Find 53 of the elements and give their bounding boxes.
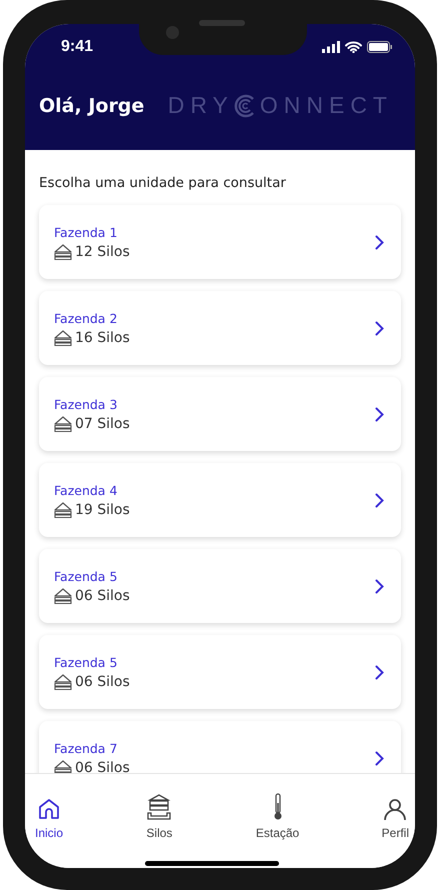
chevron-right-icon: [375, 492, 384, 508]
unit-name: Fazenda 5: [54, 568, 118, 584]
wifi-icon: [345, 41, 362, 53]
person-icon: [383, 797, 408, 821]
signal-icon: [322, 41, 340, 53]
unit-card[interactable]: Fazenda 1 12 Silos: [39, 205, 401, 279]
section-prompt: Escolha uma unidade para consultar: [39, 175, 287, 191]
chevron-right-icon: [375, 664, 384, 680]
silo-icon: [145, 793, 174, 821]
silo-count: 06 Silos: [75, 760, 130, 773]
unit-name: Fazenda 3: [54, 396, 118, 412]
unit-card[interactable]: Fazenda 3 07 Silos: [39, 377, 401, 451]
silo-count: 06 Silos: [75, 674, 130, 690]
logo-mark-icon: [234, 94, 256, 118]
chevron-right-icon: [375, 320, 384, 336]
chevron-right-icon: [375, 578, 384, 594]
unit-name: Fazenda 7: [54, 740, 118, 756]
chevron-right-icon: [375, 750, 384, 766]
unit-card[interactable]: Fazenda 5 06 Silos: [39, 635, 401, 709]
tab-item[interactable]: Inicio: [35, 788, 64, 840]
silo-count: 06 Silos: [75, 588, 130, 604]
home-icon: [37, 797, 61, 821]
thermometer-icon: [272, 793, 284, 821]
silo-icon: [54, 244, 72, 260]
unit-card[interactable]: Fazenda 7 06 Silos: [39, 721, 401, 773]
tab-item[interactable]: Perfil: [382, 788, 409, 840]
silo-count: 12 Silos: [75, 244, 130, 260]
chevron-right-icon: [375, 406, 384, 422]
unit-name: Fazenda 2: [54, 310, 118, 326]
silo-icon: [54, 760, 72, 773]
logo-text: ONNECT: [260, 92, 393, 119]
silo-icon: [54, 674, 72, 690]
unit-card[interactable]: Fazenda 4 19 Silos: [39, 463, 401, 537]
silo-icon: [54, 588, 72, 604]
status-time: 9:41: [61, 38, 94, 56]
silo-icon: [54, 502, 72, 518]
unit-name: Fazenda 4: [54, 482, 118, 498]
unit-name: Fazenda 1: [54, 224, 118, 240]
silo-count: 16 Silos: [75, 330, 130, 346]
unit-card[interactable]: Fazenda 5 06 Silos: [39, 549, 401, 623]
tab-item[interactable]: Silos: [145, 788, 174, 840]
unit-name: Fazenda 5: [54, 654, 118, 670]
unit-card[interactable]: Fazenda 2 16 Silos: [39, 291, 401, 365]
silo-count: 19 Silos: [75, 502, 130, 518]
silo-icon: [54, 416, 72, 432]
battery-icon: [367, 41, 393, 53]
speaker-icon: [199, 20, 245, 26]
silo-icon: [54, 330, 72, 346]
silo-count: 07 Silos: [75, 416, 130, 432]
chevron-right-icon: [375, 234, 384, 250]
greeting-title: Olá, Jorge: [39, 94, 144, 116]
tab-item[interactable]: Estação: [256, 788, 300, 840]
logo-text: DRY: [168, 92, 234, 119]
